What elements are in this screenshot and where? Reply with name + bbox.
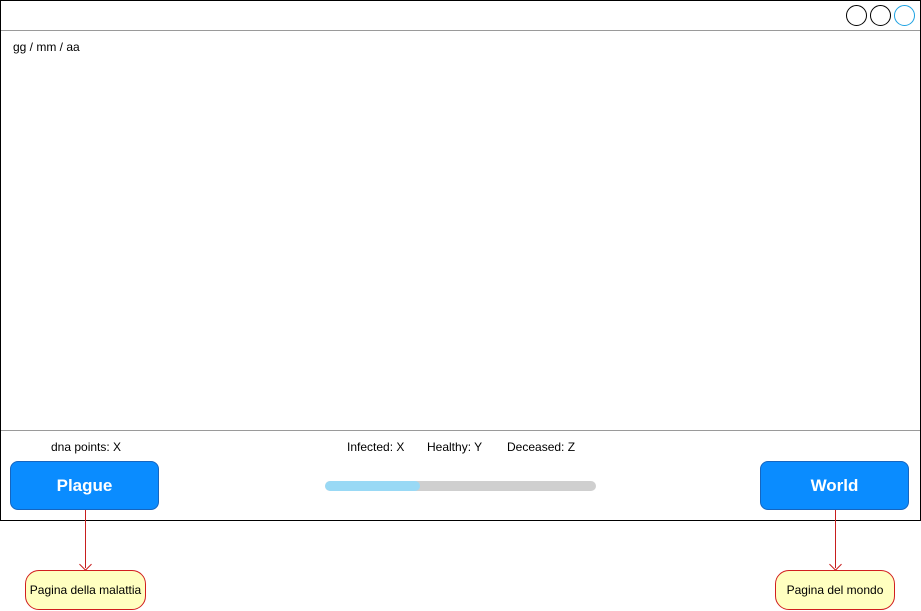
date-label: gg / mm / aa [13,40,80,54]
close-button[interactable] [894,5,915,26]
title-bar [1,1,920,31]
healthy-label: Healthy: Y [427,440,483,454]
minimize-button[interactable] [846,5,867,26]
dna-points-label: dna points: X [51,440,122,454]
plague-page-annotation: Pagina della malattia [25,570,146,610]
world-page-annotation: Pagina del mondo [775,570,895,610]
progress-bar [325,481,596,491]
plague-annotation-arrowhead [79,558,92,571]
plague-button[interactable]: Plague [10,461,159,510]
infected-label: Infected: X [347,440,405,454]
bottom-bar: dna points: X Infected: X Healthy: Y Dec… [1,430,920,521]
game-window: gg / mm / aa dna points: X Infected: X H… [0,0,921,521]
world-annotation-arrowhead [829,558,842,571]
progress-bar-fill [325,481,420,491]
world-button[interactable]: World [760,461,909,510]
deceased-label: Deceased: Z [507,440,576,454]
maximize-button[interactable] [870,5,891,26]
